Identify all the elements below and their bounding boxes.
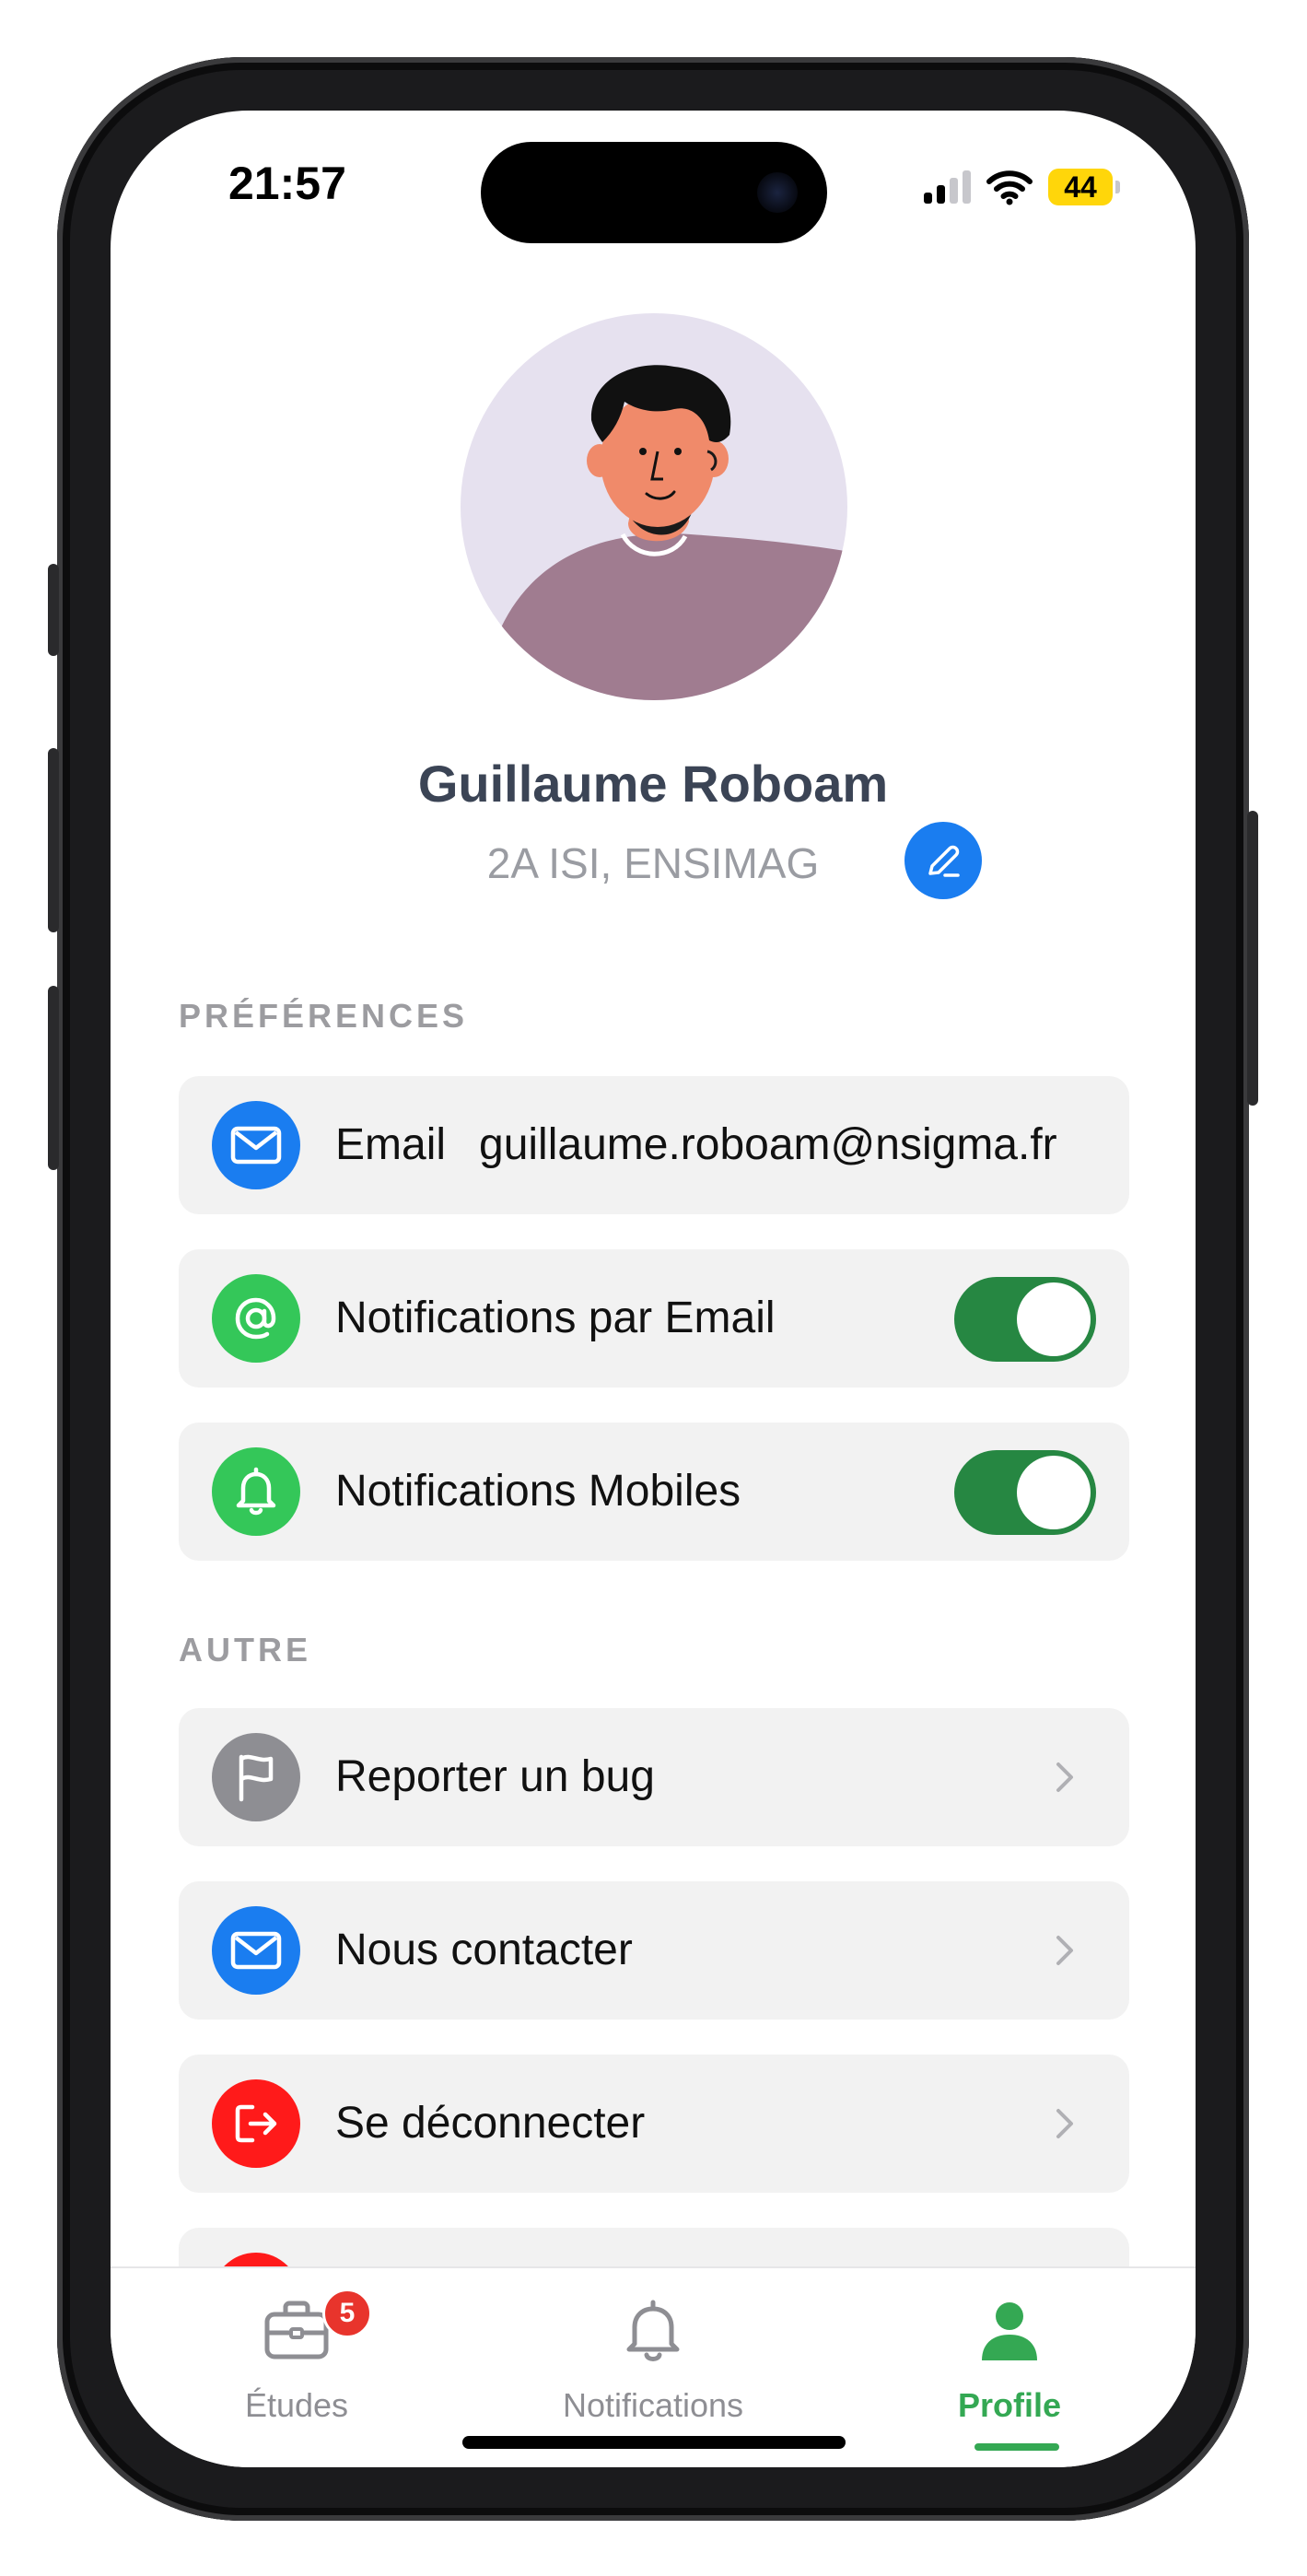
tab-etudes[interactable]: 5 Études	[158, 2268, 435, 2467]
at-sign-icon	[212, 1274, 300, 1363]
logout-label: Se déconnecter	[335, 2099, 646, 2148]
section-title-preferences: PRÉFÉRENCES	[179, 997, 469, 1035]
app-screen: 21:57 44 Guillaume Roboam 2A ISI, ENSIMA…	[111, 111, 1196, 2467]
toggle-knob	[1017, 1282, 1091, 1356]
mail-icon	[212, 1101, 300, 1189]
email-notifications-toggle[interactable]	[954, 1277, 1096, 1362]
active-tab-indicator	[974, 2443, 1059, 2451]
notification-badge: 5	[322, 2289, 372, 2338]
chevron-right-icon	[1056, 1762, 1073, 1792]
edit-profile-button[interactable]	[904, 822, 982, 899]
status-time: 21:57	[228, 158, 346, 209]
toggle-knob	[1017, 1456, 1091, 1529]
person-icon	[982, 2302, 1037, 2360]
contact-us-label: Nous contacter	[335, 1926, 633, 1974]
avatar-illustration	[465, 365, 847, 700]
wifi-icon	[986, 170, 1033, 205]
power-button	[1247, 811, 1258, 1106]
email-value: guillaume.roboam@nsigma.fr	[479, 1120, 1057, 1169]
front-camera	[757, 172, 798, 213]
status-indicators: 44	[924, 164, 1120, 210]
chevron-right-icon	[1056, 2109, 1073, 2138]
action-button	[48, 564, 59, 656]
report-bug-row[interactable]: Reporter un bug	[179, 1708, 1129, 1846]
profile-name: Guillaume Roboam	[417, 755, 889, 813]
contact-us-row[interactable]: Nous contacter	[179, 1881, 1129, 2020]
avatar	[461, 313, 847, 700]
briefcase-icon	[264, 2301, 329, 2359]
tab-label: Profile	[957, 2386, 1062, 2424]
report-bug-label: Reporter un bug	[335, 1752, 655, 1801]
mail-icon	[212, 1906, 300, 1995]
chevron-right-icon	[1056, 1936, 1073, 1965]
mobile-notifications-label: Notifications Mobiles	[335, 1467, 741, 1516]
profile-subtitle: 2A ISI, ENSIMAG	[486, 839, 820, 887]
volume-up-button	[48, 748, 59, 932]
bell-icon	[212, 1447, 300, 1536]
dynamic-island	[481, 142, 827, 243]
battery-level: 44	[1048, 169, 1113, 205]
battery-icon: 44	[1048, 169, 1120, 205]
logout-row[interactable]: Se déconnecter	[179, 2055, 1129, 2193]
pencil-icon	[928, 845, 960, 877]
tab-profile[interactable]: Profile	[871, 2268, 1148, 2467]
flag-icon	[212, 1733, 300, 1821]
email-notifications-row: Notifications par Email	[179, 1249, 1129, 1388]
home-indicator	[462, 2436, 846, 2449]
email-row: Email guillaume.roboam@nsigma.fr	[179, 1076, 1129, 1214]
logout-icon	[212, 2079, 300, 2168]
tab-label: Études	[244, 2386, 349, 2424]
email-label: Email	[335, 1120, 447, 1169]
cellular-signal-icon	[924, 170, 971, 204]
mobile-notifications-row: Notifications Mobiles	[179, 1423, 1129, 1561]
email-notifications-label: Notifications par Email	[335, 1294, 776, 1342]
bell-icon	[626, 2300, 680, 2361]
mobile-notifications-toggle[interactable]	[954, 1450, 1096, 1535]
section-title-other: AUTRE	[179, 1631, 311, 1669]
volume-down-button	[48, 986, 59, 1170]
tab-label: Notifications	[562, 2386, 744, 2424]
